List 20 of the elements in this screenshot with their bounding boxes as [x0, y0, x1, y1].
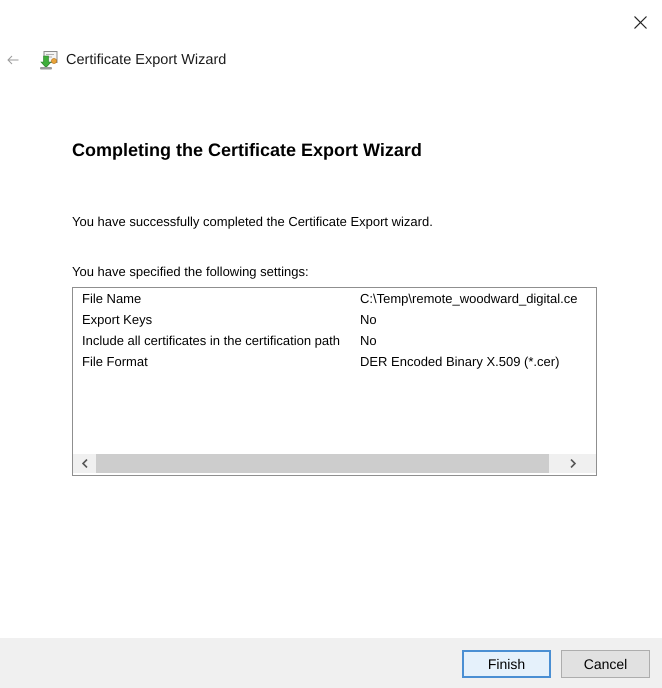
chevron-right-icon — [570, 459, 576, 468]
setting-value: No — [360, 333, 377, 348]
back-arrow-icon — [7, 55, 19, 65]
page-heading: Completing the Certificate Export Wizard — [72, 139, 423, 162]
completion-message: You have successfully completed the Certificate Export wizard. — [72, 213, 434, 231]
setting-name: Include all certificates in the certification path — [81, 333, 341, 348]
setting-value: No — [360, 312, 377, 327]
setting-value: C:\Temp\remote_woodward_digital.ce — [360, 291, 578, 306]
settings-label: You have specified the following settings: — [72, 263, 310, 281]
chevron-left-icon — [82, 459, 88, 468]
window-title: Certificate Export Wizard — [66, 52, 226, 68]
setting-name: File Format — [81, 354, 149, 369]
setting-name: File Name — [81, 291, 142, 306]
back-button[interactable] — [7, 55, 19, 65]
dialog-button[interactable]: Cancel — [561, 650, 650, 678]
setting-name: Export Keys — [81, 312, 154, 327]
dialog-button[interactable]: Finish — [462, 650, 551, 678]
close-icon — [634, 16, 646, 28]
setting-value: DER Encoded Binary X.509 (*.cer) — [360, 354, 560, 369]
certificate-icon — [39, 50, 59, 70]
